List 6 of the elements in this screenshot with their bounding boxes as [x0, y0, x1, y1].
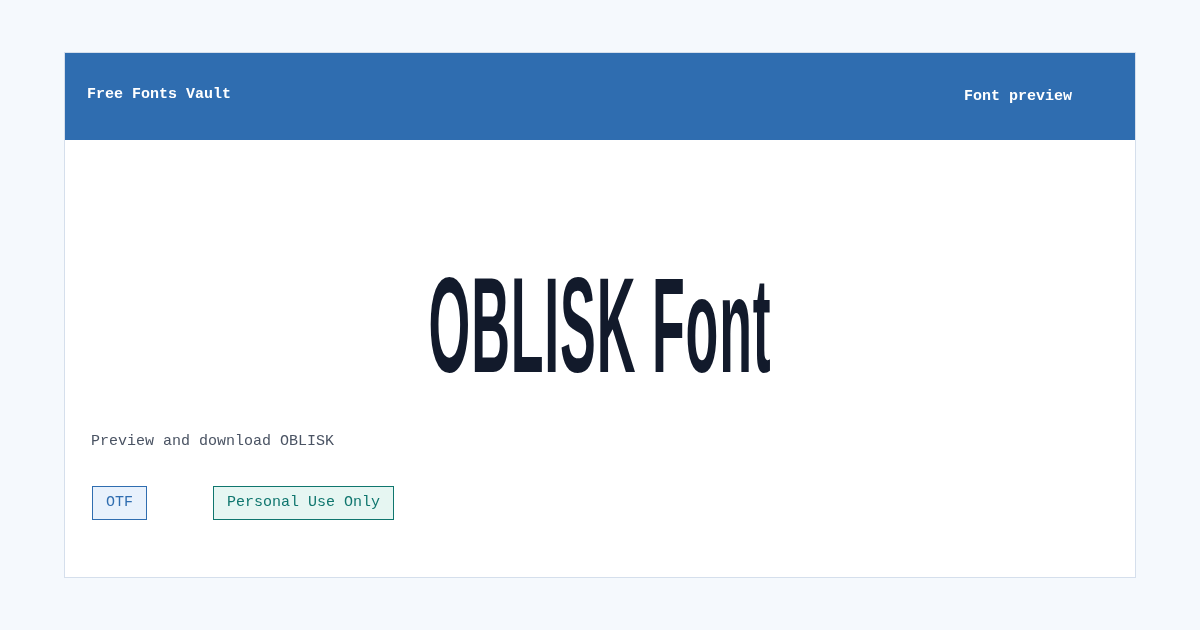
page-label: Font preview	[963, 86, 1072, 107]
tag: Personal Use Only	[213, 486, 395, 520]
site-name: Free Fonts Vault	[87, 84, 232, 105]
preview-description: Preview and download OBLISK	[91, 433, 335, 450]
tag: OTF	[92, 486, 147, 520]
font-title: OBLISK Font	[428, 257, 772, 393]
